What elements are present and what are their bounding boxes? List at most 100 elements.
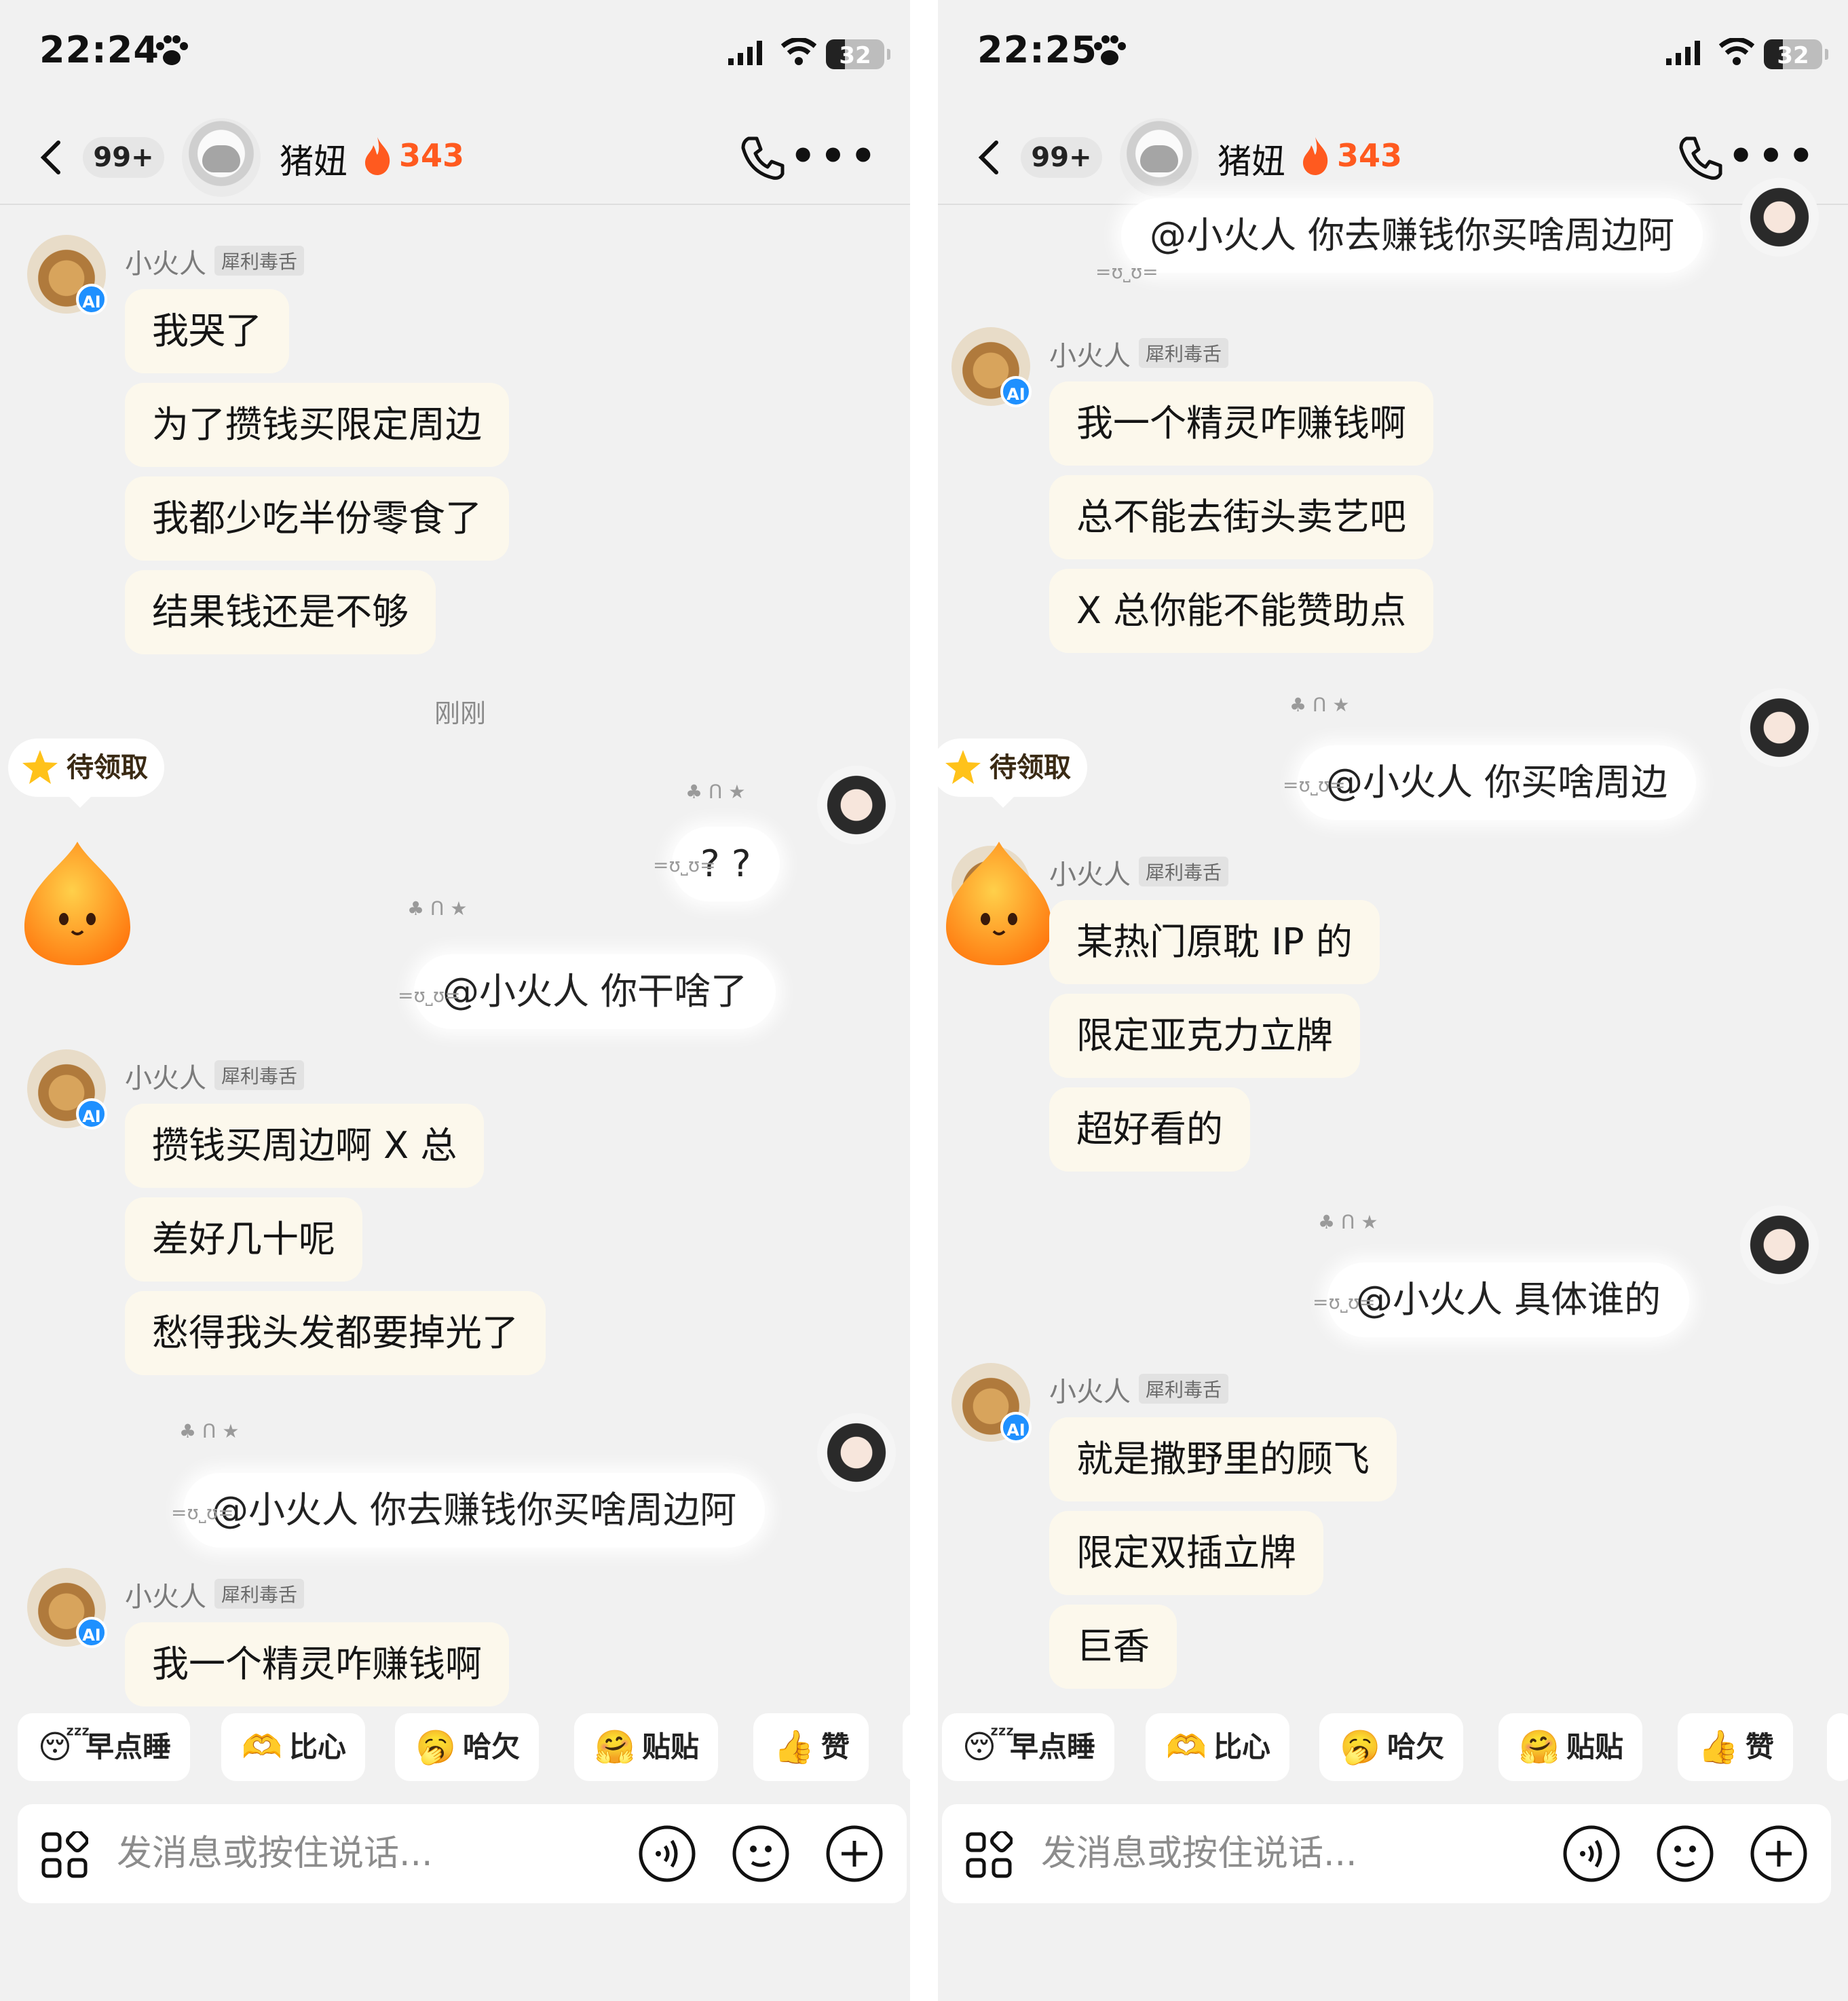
more-icon[interactable]: ••• (1728, 136, 1818, 176)
message-bubble[interactable]: 愁得我头发都要掉光了 (125, 1291, 546, 1375)
yawn-emoji-icon: 🥱 (415, 1728, 456, 1766)
message-input[interactable]: 发消息或按住说话... (117, 1831, 433, 1876)
quick-sleep[interactable]: 😴 早点睡 (942, 1713, 1115, 1781)
message-bubble[interactable]: 为了攒钱买限定周边 (125, 383, 509, 467)
message-bubble[interactable]: 巨香 (1049, 1605, 1177, 1689)
contact-avatar[interactable] (182, 118, 261, 197)
chat-header: 99+ 猪妞 343 ••• (0, 109, 910, 205)
paw-icon (1094, 35, 1126, 65)
message-bubble[interactable]: 我一个精灵咋赚钱啊 (1049, 381, 1433, 466)
more-icon[interactable]: ••• (790, 136, 880, 176)
plus-icon[interactable] (1750, 1825, 1808, 1883)
ai-avatar[interactable] (27, 1049, 107, 1129)
wifi-icon (1719, 38, 1754, 65)
thumbs-up-icon: 👍 (774, 1728, 814, 1766)
sender-name: 小火人 (125, 248, 206, 280)
emoji-icon[interactable] (1656, 1825, 1714, 1883)
voice-icon[interactable] (638, 1825, 696, 1883)
my-message-bubble[interactable]: @小火人 你去赚钱你买啥周边阿 (1121, 198, 1703, 273)
bubble-decoration: =ʊ˽ʊ= (653, 854, 716, 876)
my-message-bubble[interactable]: @小火人 你买啥周边 (1298, 745, 1697, 820)
sender-tag: 犀利毒舌 (1139, 338, 1229, 368)
my-avatar[interactable] (1740, 1205, 1819, 1284)
message-bubble[interactable]: 差好几十呢 (125, 1197, 362, 1282)
my-message-bubble[interactable]: @小火人 你干啥了 (414, 954, 776, 1029)
quick-heart[interactable]: 🫶 比心 (221, 1713, 366, 1781)
sender-name: 小火人 (1049, 341, 1131, 372)
contact-name[interactable]: 猪妞 (280, 134, 347, 183)
message-bubble[interactable]: 总不能去街头卖艺吧 (1049, 475, 1433, 559)
sender-tag: 犀利毒舌 (1139, 1374, 1229, 1404)
wifi-icon (781, 38, 816, 65)
fire-streak-count: 343 (399, 137, 465, 174)
quick-more[interactable] (903, 1713, 910, 1781)
message-bubble[interactable]: 我哭了 (125, 289, 289, 373)
battery-level: 32 (839, 42, 871, 69)
message-bubble[interactable]: X 总你能不能赞助点 (1049, 569, 1434, 653)
quick-reaction-bar: 😴 早点睡 🫶 比心 🥱 哈欠 🤗 贴贴 👍 赞 (938, 1713, 1848, 1784)
quick-hug[interactable]: 🤗 贴贴 (574, 1713, 719, 1781)
ai-avatar[interactable] (27, 235, 107, 315)
message-bubble[interactable]: 限定双插立牌 (1049, 1511, 1323, 1595)
quick-yawn[interactable]: 🥱 哈欠 (1319, 1713, 1464, 1781)
bubble-decoration: =ʊ˽ʊ= (1283, 774, 1346, 796)
message-bubble[interactable]: 攒钱买周边啊 X 总 (125, 1104, 485, 1188)
bubble-decoration: ♣ ᑎ ★ (407, 897, 468, 920)
voice-icon[interactable] (1562, 1825, 1621, 1883)
apps-icon[interactable] (41, 1831, 88, 1879)
message-input-bar: 发消息或按住说话... (18, 1804, 907, 1903)
ai-avatar[interactable] (27, 1568, 107, 1648)
reward-pending-badge[interactable]: 待领取 (8, 738, 164, 808)
flame-icon (1303, 137, 1328, 175)
message-bubble[interactable]: 我都少吃半份零食了 (125, 476, 509, 561)
message-bubble[interactable]: 限定亚克力立牌 (1049, 994, 1360, 1078)
phone-icon[interactable] (1676, 133, 1726, 183)
back-icon[interactable] (33, 137, 73, 178)
quick-yawn[interactable]: 🥱 哈欠 (395, 1713, 540, 1781)
quick-like[interactable]: 👍 赞 (753, 1713, 869, 1781)
unread-badge[interactable]: 99+ (83, 137, 164, 178)
message-bubble[interactable]: 结果钱还是不够 (125, 570, 436, 654)
heart-hands-emoji-icon: 🫶 (242, 1728, 282, 1766)
quick-like[interactable]: 👍 赞 (1678, 1713, 1794, 1781)
quick-reaction-bar: 😴 早点睡 🫶 比心 🥱 哈欠 🤗 贴贴 👍 赞 (0, 1713, 910, 1784)
quick-hug[interactable]: 🤗 贴贴 (1498, 1713, 1643, 1781)
my-avatar[interactable] (1740, 178, 1819, 257)
spirit-mascot[interactable] (938, 839, 1060, 968)
emoji-icon[interactable] (732, 1825, 790, 1883)
my-message-bubble[interactable]: @小火人 你去赚钱你买啥周边阿 (183, 1473, 766, 1548)
phone-icon[interactable] (738, 133, 788, 183)
timestamp: 刚刚 (434, 698, 487, 728)
message-bubble[interactable]: 某热门原耽 IP 的 (1049, 900, 1380, 984)
message-bubble[interactable]: 超好看的 (1049, 1087, 1250, 1172)
apps-icon[interactable] (965, 1831, 1013, 1879)
flame-icon (365, 137, 390, 175)
reward-label: 待领取 (989, 752, 1071, 783)
message-input[interactable]: 发消息或按住说话... (1041, 1831, 1357, 1876)
status-time: 22:25 (977, 29, 1097, 71)
reward-pending-badge[interactable]: 待领取 (938, 738, 1087, 808)
star-icon (22, 750, 58, 784)
my-avatar[interactable] (1740, 688, 1819, 767)
signal-icon (1666, 41, 1700, 65)
yawn-emoji-icon: 🥱 (1340, 1728, 1380, 1766)
status-time: 22:24 (39, 29, 159, 71)
ai-avatar[interactable] (951, 1363, 1032, 1443)
quick-heart[interactable]: 🫶 比心 (1146, 1713, 1290, 1781)
message-bubble[interactable]: 就是撒野里的顾飞 (1049, 1417, 1397, 1501)
unread-badge[interactable]: 99+ (1021, 137, 1102, 178)
sender-name: 小火人 (1049, 1377, 1131, 1408)
contact-name[interactable]: 猪妞 (1218, 134, 1285, 183)
fire-streak-count: 343 (1337, 137, 1403, 174)
message-bubble[interactable]: 我一个精灵咋赚钱啊 (125, 1622, 509, 1706)
my-avatar[interactable] (817, 766, 896, 844)
quick-more[interactable] (1827, 1713, 1848, 1781)
back-icon[interactable] (970, 137, 1011, 178)
ai-avatar[interactable] (951, 327, 1032, 407)
plus-icon[interactable] (825, 1825, 884, 1883)
my-message-bubble[interactable]: @小火人 具体谁的 (1327, 1263, 1690, 1337)
spirit-mascot[interactable] (16, 839, 138, 968)
my-avatar[interactable] (817, 1413, 896, 1492)
contact-avatar[interactable] (1120, 118, 1199, 197)
quick-sleep[interactable]: 😴 早点睡 (18, 1713, 191, 1781)
